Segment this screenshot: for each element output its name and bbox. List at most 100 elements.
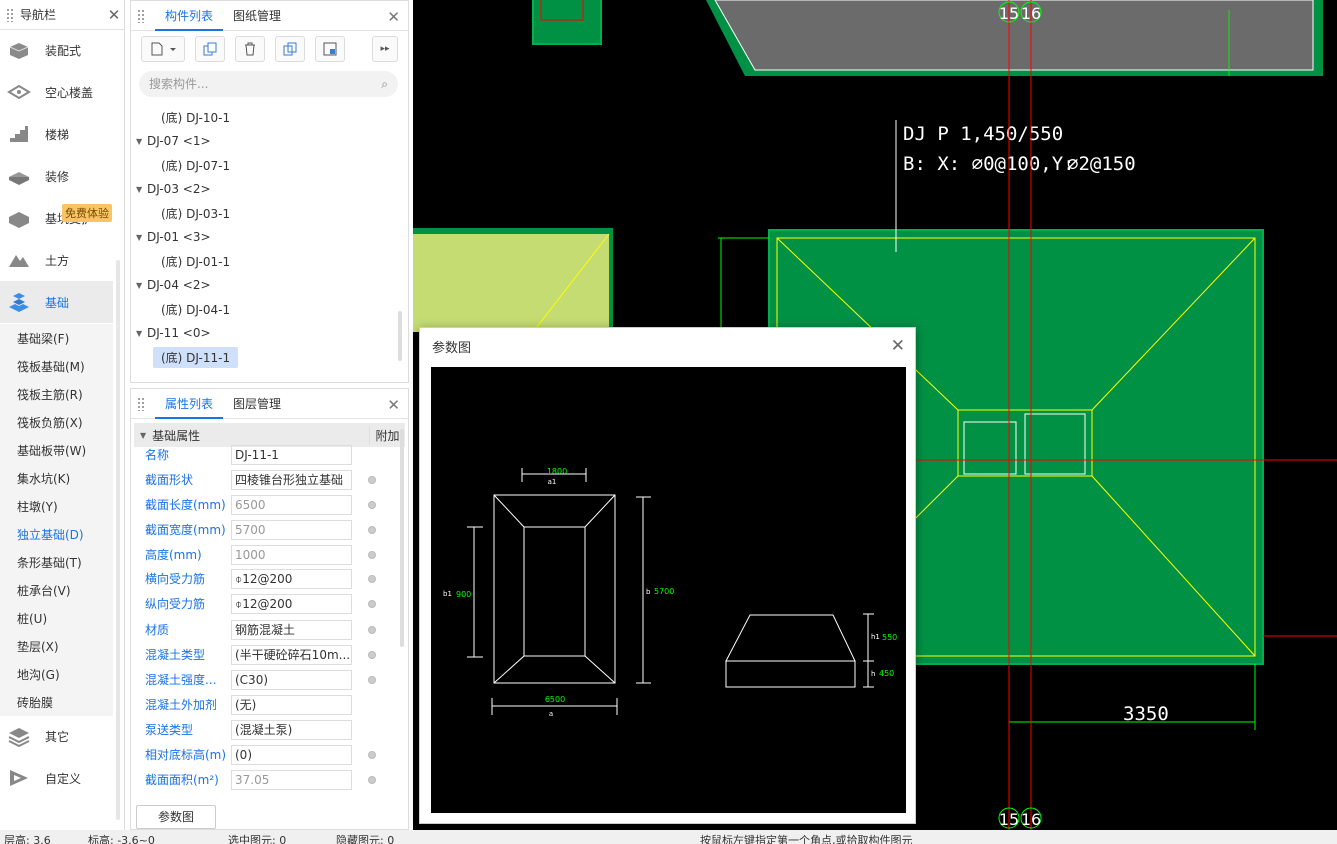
chevron-down-icon[interactable]: ▼: [140, 431, 146, 440]
tree-group[interactable]: ▼ DJ-04 <2>: [131, 273, 399, 297]
property-value[interactable]: DJ-11-1: [231, 444, 352, 465]
attach-checkbox[interactable]: [368, 750, 376, 759]
sub-item-raft-neg-rebar[interactable]: 筏板负筋(X): [0, 408, 113, 436]
tree-item[interactable]: (底) DJ-03-1: [131, 201, 399, 225]
nav-category-label: 空心楼盖: [45, 85, 94, 100]
attach-checkbox[interactable]: [368, 550, 376, 559]
property-value[interactable]: ⌽12@200: [231, 568, 352, 589]
sub-item-sump[interactable]: 集水坑(K): [0, 464, 113, 492]
close-icon[interactable]: ✕: [891, 336, 905, 356]
tree-group[interactable]: ▼ DJ-11 <0>: [131, 321, 399, 345]
property-value[interactable]: ⌽12@200: [231, 593, 352, 614]
light-foundation-block[interactable]: [413, 234, 609, 332]
chevron-down-icon[interactable]: ▼: [136, 185, 144, 194]
nav-category-hollow-floor[interactable]: 空心楼盖: [0, 71, 113, 113]
tab-component-list[interactable]: 构件列表: [155, 1, 224, 31]
component-scrollbar[interactable]: [398, 311, 402, 361]
property-row: 混凝土外加剂 (无): [134, 692, 396, 717]
tree-item-label: (底) DJ-01-1: [161, 254, 231, 269]
search-box: ⌕: [139, 71, 398, 97]
more-button[interactable]: ▸▸: [372, 36, 398, 62]
attach-checkbox[interactable]: [368, 650, 376, 659]
property-scrollbar[interactable]: [400, 429, 404, 647]
new-component-button[interactable]: [141, 36, 185, 62]
copy-to-floor-button[interactable]: [275, 36, 305, 62]
foundation-block[interactable]: [532, 0, 602, 45]
nav-category-label: 土方: [45, 253, 70, 268]
nav-category-decoration[interactable]: 装修: [0, 155, 113, 197]
sub-item-pile-cap[interactable]: 桩承台(V): [0, 576, 113, 604]
chevron-down-icon[interactable]: ▼: [136, 137, 144, 146]
delete-component-button[interactable]: [235, 36, 265, 62]
nav-category-earthwork[interactable]: 土方: [0, 239, 113, 281]
sub-item-trench[interactable]: 地沟(G): [0, 660, 113, 688]
property-key: 截面面积(m²): [145, 773, 219, 787]
tab-property-list[interactable]: 属性列表: [155, 389, 224, 419]
tree-group[interactable]: ▼ DJ-03 <2>: [131, 177, 399, 201]
plan-edge: [493, 655, 525, 684]
sub-item-foundation-strip[interactable]: 基础板带(W): [0, 436, 113, 464]
property-value[interactable]: (混凝土泵): [231, 719, 352, 740]
tree-group[interactable]: ▼ DJ-07 <1>: [131, 129, 399, 153]
extract-component-button[interactable]: [315, 36, 345, 62]
attach-checkbox[interactable]: [368, 525, 376, 534]
nav-scrollbar[interactable]: [116, 260, 120, 820]
property-value[interactable]: 1000: [231, 544, 352, 565]
property-value[interactable]: 四棱锥台形独立基础: [231, 469, 352, 490]
sub-item-cushion[interactable]: 垫层(X): [0, 632, 113, 660]
tree-item[interactable]: (底) DJ-01-1: [131, 249, 399, 273]
property-value[interactable]: 钢筋混凝土: [231, 619, 352, 640]
param-diagram-button[interactable]: 参数图: [136, 805, 216, 829]
tree-group-label: DJ-03 <2>: [147, 182, 211, 196]
property-row: 相对底标高(m) (0): [134, 742, 396, 767]
attach-checkbox[interactable]: [368, 625, 376, 634]
property-value[interactable]: (半干硬砼碎石10m...: [231, 644, 352, 665]
sub-item-column-pier[interactable]: 柱墩(Y): [0, 492, 113, 520]
attach-checkbox[interactable]: [368, 574, 376, 583]
property-value[interactable]: 5700: [231, 519, 352, 540]
sub-item-isolated-foundation[interactable]: 独立基础(D): [0, 520, 113, 548]
nav-category-stairs[interactable]: 楼梯: [0, 113, 113, 155]
close-icon[interactable]: ✕: [104, 6, 124, 24]
tree-group[interactable]: ▼ DJ-01 <3>: [131, 225, 399, 249]
sub-item-raft-main-rebar[interactable]: 筏板主筋(R): [0, 380, 113, 408]
copy-component-button[interactable]: [195, 36, 225, 62]
tree-item[interactable]: (底) DJ-04-1: [131, 297, 399, 321]
earthwork-icon: [9, 255, 29, 267]
nav-category-prefab[interactable]: 装配式: [0, 29, 113, 71]
tab-layer-management[interactable]: 图层管理: [223, 389, 291, 419]
property-value[interactable]: 6500: [231, 494, 352, 515]
chevron-down-icon[interactable]: ▼: [136, 281, 144, 290]
attach-checkbox[interactable]: [368, 675, 376, 684]
nav-category-other[interactable]: 其它: [0, 715, 113, 757]
drag-handle-icon[interactable]: [137, 396, 145, 411]
chevron-down-icon[interactable]: ▼: [136, 329, 144, 338]
sub-item-raft-foundation[interactable]: 筏板基础(M): [0, 352, 113, 380]
tree-item-selected[interactable]: (底) DJ-11-1: [131, 345, 399, 369]
property-value[interactable]: 37.05: [231, 769, 352, 790]
property-value[interactable]: (C30): [231, 669, 352, 690]
sub-item-brick-mold[interactable]: 砖胎膜: [0, 688, 113, 716]
sub-item-foundation-beam[interactable]: 基础梁(F): [0, 324, 113, 352]
attach-checkbox[interactable]: [368, 500, 376, 509]
tab-drawing-management[interactable]: 图纸管理: [223, 1, 291, 31]
drag-handle-icon[interactable]: [137, 8, 145, 23]
close-icon[interactable]: ✕: [387, 396, 400, 414]
close-icon[interactable]: ✕: [387, 8, 400, 26]
attach-checkbox[interactable]: [368, 599, 376, 608]
attach-checkbox[interactable]: [368, 475, 376, 484]
chevron-down-icon[interactable]: ▼: [136, 233, 144, 242]
attach-checkbox[interactable]: [368, 775, 376, 784]
nav-category-custom[interactable]: 自定义: [0, 757, 113, 799]
search-input[interactable]: [149, 77, 382, 91]
tree-item[interactable]: (底) DJ-07-1: [131, 153, 399, 177]
property-value[interactable]: (0): [231, 744, 352, 765]
sub-item-strip-foundation[interactable]: 条形基础(T): [0, 548, 113, 576]
tree-item[interactable]: (底) DJ-10-1: [131, 105, 399, 129]
drag-handle-icon[interactable]: [6, 7, 14, 22]
property-row: 混凝土类型 (半干硬砼碎石10m...: [134, 642, 396, 667]
property-value[interactable]: (无): [231, 694, 352, 715]
nav-category-foundation[interactable]: 基础: [0, 281, 113, 323]
sub-item-pile[interactable]: 桩(U): [0, 604, 113, 632]
search-icon[interactable]: ⌕: [381, 77, 388, 92]
